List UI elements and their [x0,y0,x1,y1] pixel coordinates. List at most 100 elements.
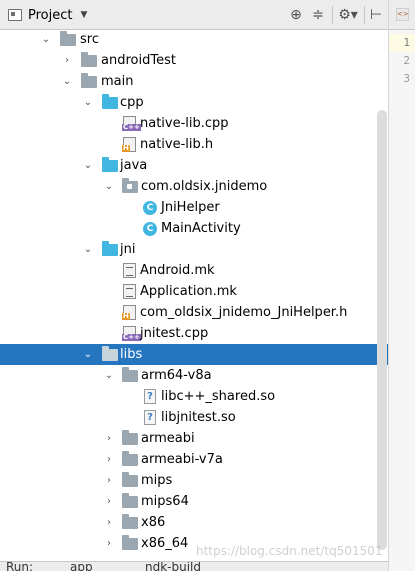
tree-item-native-lib-h[interactable]: H native-lib.h [0,134,388,155]
toolbar-divider [332,6,333,24]
editor-tab[interactable]: <> [389,0,415,30]
project-view-selector[interactable]: Project ▼ [8,6,87,24]
header-file-icon: H [122,305,136,320]
tree-item-androidtest[interactable]: › androidTest [0,50,388,71]
tree-item-label: com_oldsix_jnidemo_JniHelper.h [140,305,348,320]
tree-item-libc-shared-so[interactable]: ? libc++_shared.so [0,386,388,407]
tree-item-label: libs [120,347,143,362]
tree-item-mainactivity[interactable]: C MainActivity [0,218,388,239]
tree-item-label: Android.mk [140,263,215,278]
tree-item-x86[interactable]: › x86 [0,512,388,533]
package-icon [122,178,138,193]
chevron-down-icon[interactable]: ⌄ [82,92,94,113]
target-icon[interactable]: ⊕ [288,7,304,23]
collapse-all-icon[interactable]: ≑ [310,7,326,23]
tree-item-label: MainActivity [161,221,241,236]
tree-item-src[interactable]: ⌄ src [0,29,388,50]
unknown-file-icon: ? [144,410,156,425]
tree-item-package[interactable]: ⌄ com.oldsix.jnidemo [0,176,388,197]
tree-item-label: native-lib.cpp [140,116,229,131]
tree-item-label: jni [120,242,136,257]
tree-item-native-lib-cpp[interactable]: C++ native-lib.cpp [0,113,388,134]
text-file-icon [123,263,136,278]
tree-item-jni[interactable]: ⌄ jni [0,239,388,260]
chevron-right-icon[interactable]: › [103,533,115,554]
run-toolbar: Run: app ndk-build [0,561,388,571]
chevron-right-icon[interactable]: › [103,491,115,512]
tree-item-application-mk[interactable]: Application.mk [0,281,388,302]
line-number: 2 [403,54,410,67]
xml-file-icon: <> [396,8,409,21]
cpp-file-icon: C++ [122,116,141,131]
tree-item-label: libc++_shared.so [161,389,276,404]
chevron-right-icon[interactable]: › [103,512,115,533]
chevron-right-icon[interactable]: › [61,50,73,71]
tree-item-label: mips64 [141,494,189,509]
source-folder-icon [102,241,118,256]
chevron-down-icon[interactable]: ⌄ [82,239,94,260]
vertical-scrollbar[interactable] [377,110,387,550]
chevron-right-icon[interactable]: › [103,470,115,491]
tree-item-cpp[interactable]: ⌄ cpp [0,92,388,113]
watermark: https://blog.csdn.net/tq501501 [196,544,383,558]
tree-item-main[interactable]: ⌄ main [0,71,388,92]
tree-item-mips64[interactable]: › mips64 [0,491,388,512]
tree-item-android-mk[interactable]: Android.mk [0,260,388,281]
tree-item-arm64-v8a[interactable]: ⌄ arm64-v8a [0,365,388,386]
chevron-down-icon[interactable]: ⌄ [82,344,94,365]
folder-icon [122,535,138,550]
tab-ndk-build[interactable]: ndk-build [145,562,201,571]
tree-item-libs[interactable]: ⌄ libs [0,344,388,365]
tree-item-label: x86_64 [141,536,189,551]
line-number: 3 [403,72,410,85]
source-folder-icon [102,94,118,109]
tree-item-label: native-lib.h [140,137,214,152]
tree-item-mips[interactable]: › mips [0,470,388,491]
tree-item-label: Application.mk [140,284,237,299]
tab-app[interactable]: app [70,562,93,571]
tree-item-libjnitest-so[interactable]: ? libjnitest.so [0,407,388,428]
tree-item-label: com.oldsix.jnidemo [141,179,268,194]
tree-item-label: armeabi [141,431,195,446]
line-number: 1 [389,34,415,52]
tree-item-label: jnitest.cpp [140,326,209,341]
chevron-down-icon[interactable]: ⌄ [61,71,73,92]
tree-item-label: x86 [141,515,166,530]
tree-item-armeabi-v7a[interactable]: › armeabi-v7a [0,449,388,470]
folder-icon [122,430,138,445]
chevron-down-icon: ▼ [80,10,88,20]
chevron-down-icon[interactable]: ⌄ [103,176,115,197]
source-folder-icon [102,157,118,172]
tree-item-label: mips [141,473,173,488]
editor-gutter: <> 1 2 3 [388,0,415,571]
folder-icon [81,52,97,67]
header-file-icon: H [122,137,136,152]
tree-item-label: armeabi-v7a [141,452,223,467]
chevron-down-icon[interactable]: ⌄ [103,365,115,386]
tree-item-label: main [101,74,134,89]
folder-icon [122,451,138,466]
hide-panel-icon[interactable]: ⊢ [368,7,384,23]
tree-item-jnihelper-h[interactable]: H com_oldsix_jnidemo_JniHelper.h [0,302,388,323]
folder-icon [60,31,76,46]
chevron-down-icon[interactable]: ⌄ [82,155,94,176]
chevron-right-icon[interactable]: › [103,428,115,449]
unknown-file-icon: ? [144,389,156,404]
folder-icon [122,493,138,508]
tree-item-label: src [80,32,99,47]
tree-item-jnihelper[interactable]: C JniHelper [0,197,388,218]
tree-item-jnitest-cpp[interactable]: C++ jnitest.cpp [0,323,388,344]
class-icon: C [143,222,157,236]
project-icon [8,9,22,21]
toolbar-divider [364,6,365,24]
folder-icon [122,472,138,487]
class-icon: C [143,201,157,215]
tree-item-java[interactable]: ⌄ java [0,155,388,176]
run-label: Run: [6,561,34,571]
tree-item-label: arm64-v8a [141,368,212,383]
chevron-down-icon[interactable]: ⌄ [40,29,52,50]
gear-icon[interactable]: ⚙▾ [338,7,358,23]
chevron-right-icon[interactable]: › [103,449,115,470]
tree-item-label: JniHelper [161,200,220,215]
tree-item-armeabi[interactable]: › armeabi [0,428,388,449]
